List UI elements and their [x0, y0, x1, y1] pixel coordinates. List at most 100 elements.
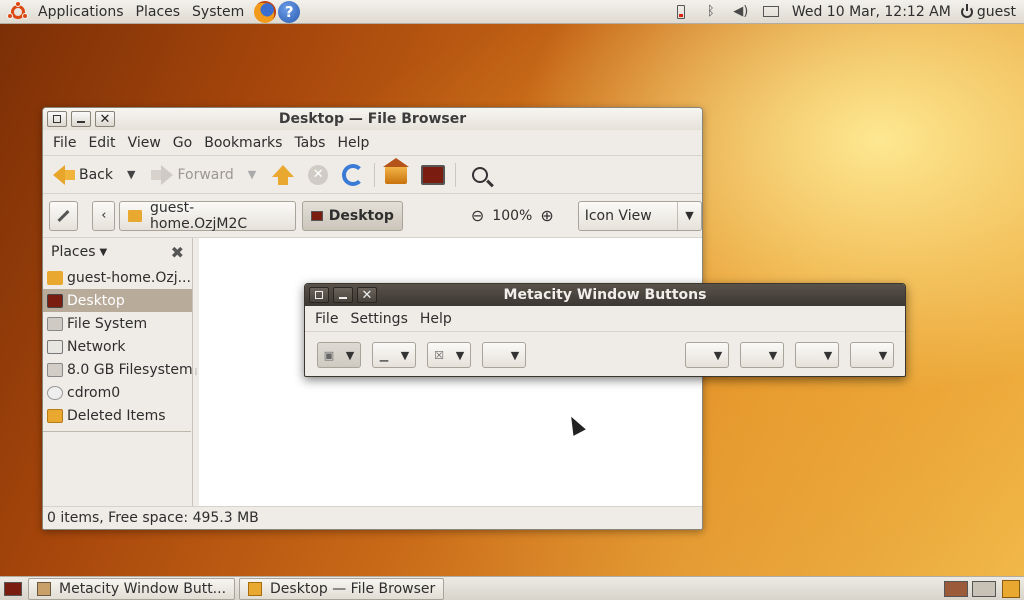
path-current-label: Desktop — [328, 207, 394, 224]
desktop-icon — [47, 293, 63, 308]
back-button[interactable]: Back — [49, 160, 117, 190]
sidebar-item-label: Desktop — [67, 292, 125, 309]
taskbar-item-metacity[interactable]: Metacity Window Butt... — [28, 577, 236, 600]
back-label: Back — [79, 166, 113, 183]
bluetooth-icon[interactable]: ᛒ — [700, 1, 722, 23]
trash-applet-icon[interactable] — [1002, 579, 1020, 598]
sidebar-divider — [43, 431, 191, 432]
left-button-4-select[interactable]: ▼ — [482, 342, 526, 368]
menu-bookmarks[interactable]: Bookmarks — [198, 135, 288, 151]
chevron-left-icon: ‹ — [101, 208, 107, 223]
chevron-down-icon: ▼ — [878, 348, 888, 362]
menu-view[interactable]: View — [122, 135, 167, 151]
chevron-down-icon: ▼ — [768, 348, 778, 362]
workspace-2[interactable] — [972, 580, 996, 597]
left-button-2-select[interactable]: ▁ ▼ — [372, 342, 416, 368]
sidebar-item-cdrom[interactable]: cdrom0 — [43, 381, 192, 404]
home-button[interactable] — [381, 157, 411, 190]
minimize-button[interactable] — [333, 287, 353, 303]
forward-label: Forward — [177, 166, 234, 183]
user-menu[interactable]: guest — [960, 3, 1024, 20]
metacity-menubar: File Settings Help — [305, 306, 905, 332]
sidebar-header[interactable]: Places ▼ ✖ — [43, 238, 192, 266]
right-button-3-select[interactable]: ▼ — [795, 342, 839, 368]
forward-arrow-icon — [161, 164, 174, 185]
places-menu[interactable]: Places — [130, 0, 187, 24]
left-button-1-select[interactable]: ▣ ▼ — [317, 342, 361, 368]
volume-icon[interactable]: ◀) — [730, 1, 752, 23]
sidebar-item-desktop[interactable]: Desktop — [43, 289, 192, 312]
up-button[interactable] — [268, 160, 298, 190]
help-launcher-icon[interactable]: ? — [278, 0, 301, 23]
zoom-level: 100% — [492, 207, 533, 224]
back-history-dropdown[interactable]: ▼ — [117, 160, 139, 190]
metacity-titlebar[interactable]: ✕ Metacity Window Buttons — [305, 284, 905, 306]
path-button-home[interactable]: guest-home.OzjM2C — [119, 200, 296, 232]
search-button[interactable] — [468, 160, 492, 190]
computer-button[interactable] — [417, 160, 449, 190]
menu-go[interactable]: Go — [167, 135, 198, 151]
app-icon — [37, 581, 51, 596]
zoom-out-icon[interactable]: ⊖ — [471, 206, 484, 225]
workspace-1[interactable] — [944, 580, 968, 597]
close-sidebar-icon[interactable]: ✖ — [171, 243, 184, 262]
reload-button[interactable] — [338, 160, 368, 190]
show-desktop-icon[interactable] — [4, 581, 22, 596]
menubar: File Edit View Go Bookmarks Tabs Help — [43, 130, 702, 156]
stop-icon: ✕ — [308, 164, 329, 185]
edit-location-button[interactable] — [49, 200, 79, 231]
view-mode-value: Icon View — [584, 207, 652, 224]
menu-help[interactable]: Help — [331, 135, 375, 151]
button-layout-row: ▣ ▼ ▁ ▼ ☒ ▼ ▼ ▼ ▼ ▼ ▼ — [305, 332, 905, 376]
file-browser-titlebar[interactable]: ✕ Desktop — File Browser — [43, 108, 702, 130]
folder-icon — [248, 581, 263, 596]
path-scroll-left-button[interactable]: ‹ — [92, 200, 116, 231]
applications-menu[interactable]: Applications — [32, 0, 130, 24]
sidebar-header-label: Places — [51, 244, 96, 260]
sidebar-item-home[interactable]: guest-home.Ozj... — [43, 266, 192, 289]
ubuntu-logo-icon[interactable] — [7, 0, 28, 22]
close-button[interactable]: ✕ — [95, 111, 115, 127]
chevron-down-icon: ▼ — [345, 348, 355, 362]
forward-button[interactable]: Forward — [147, 160, 237, 190]
left-button-3-select[interactable]: ☒ ▼ — [427, 342, 471, 368]
chevron-down-icon: ▼ — [247, 168, 257, 181]
minimize-button[interactable] — [71, 111, 91, 127]
menu-tabs[interactable]: Tabs — [288, 135, 331, 151]
right-button-1-select[interactable]: ▼ — [685, 342, 729, 368]
forward-history-dropdown[interactable]: ▼ — [238, 160, 260, 190]
sidebar-item-trash[interactable]: Deleted Items — [43, 404, 192, 427]
taskbar-item-file-browser[interactable]: Desktop — File Browser — [239, 577, 445, 600]
maximize-button[interactable] — [309, 287, 329, 303]
status-text: 0 items, Free space: 495.3 MB — [47, 509, 259, 526]
path-button-desktop[interactable]: Desktop — [301, 200, 403, 231]
menu-edit[interactable]: Edit — [82, 135, 121, 151]
battery-icon[interactable] — [670, 1, 692, 23]
power-icon — [960, 3, 973, 18]
system-tray: ᛒ ◀) Wed 10 Mar, 12:12 AM guest — [666, 0, 1024, 24]
maximize-glyph-icon: ▣ — [323, 348, 335, 362]
stop-button[interactable]: ✕ — [304, 160, 332, 190]
menu-settings[interactable]: Settings — [344, 311, 413, 327]
sidebar-item-label: Network — [67, 338, 126, 355]
chevron-down-icon: ▼ — [455, 348, 465, 362]
firefox-launcher-icon[interactable] — [254, 0, 277, 23]
view-mode-select[interactable]: Icon View ▼ — [577, 200, 702, 231]
menu-help[interactable]: Help — [414, 311, 458, 327]
sidebar-item-file-system[interactable]: File System — [43, 312, 192, 335]
right-button-4-select[interactable]: ▼ — [850, 342, 894, 368]
menu-file[interactable]: File — [47, 135, 82, 151]
sidebar-item-filesystem-8gb[interactable]: 8.0 GB Filesystem — [43, 358, 192, 381]
zoom-in-icon[interactable]: ⊕ — [540, 206, 553, 225]
right-button-2-select[interactable]: ▼ — [740, 342, 784, 368]
system-menu[interactable]: System — [186, 0, 250, 24]
close-button[interactable]: ✕ — [357, 287, 377, 303]
clock[interactable]: Wed 10 Mar, 12:12 AM — [786, 4, 961, 20]
maximize-button[interactable] — [47, 111, 67, 127]
menu-file[interactable]: File — [309, 311, 344, 327]
chevron-down-icon: ▼ — [677, 201, 701, 230]
sidebar-item-network[interactable]: Network — [43, 335, 192, 358]
mail-icon[interactable] — [760, 1, 782, 23]
window-title: Desktop — File Browser — [278, 111, 467, 127]
drive-icon — [47, 362, 63, 377]
